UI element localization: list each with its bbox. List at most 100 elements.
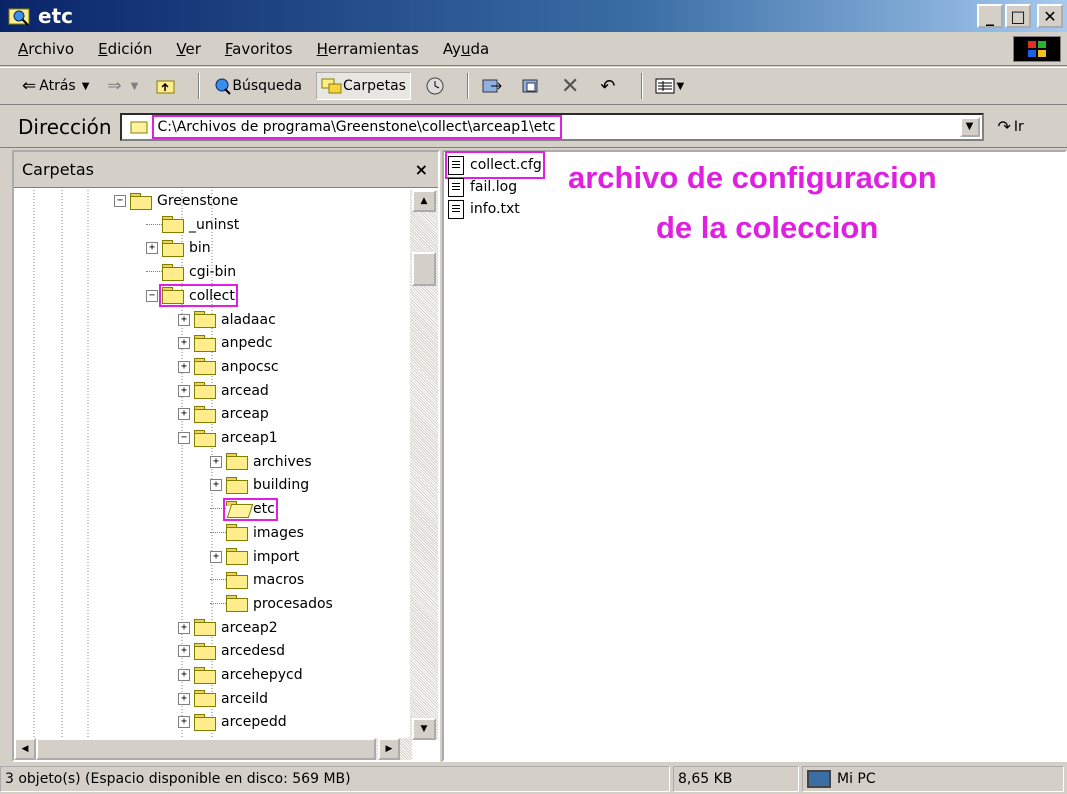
folder-tree-vertical-scrollbar[interactable]: ▲ ▼ xyxy=(410,190,438,740)
tree-item-uninst[interactable]: _uninst xyxy=(146,214,239,236)
tree-item-collect[interactable]: − collect xyxy=(146,284,238,308)
tree-item-arcehepycd[interactable]: + arcehepycd xyxy=(178,664,303,686)
tree-item-anpedc[interactable]: + anpedc xyxy=(178,332,273,354)
file-item-info-txt[interactable]: info.txt xyxy=(448,198,520,220)
expand-icon[interactable]: + xyxy=(178,337,190,350)
tree-item-building[interactable]: + building xyxy=(210,474,309,496)
tree-item-bin[interactable]: + bin xyxy=(146,237,211,259)
search-button[interactable]: Búsqueda xyxy=(208,72,306,100)
folder-tree-horizontal-scrollbar[interactable]: ◀ ▶ xyxy=(14,738,412,760)
expand-icon[interactable]: + xyxy=(178,645,190,658)
folder-icon xyxy=(162,287,184,305)
tree-item-label: arcedesd xyxy=(221,643,286,660)
minimize-button[interactable]: _ xyxy=(977,4,1003,28)
tree-item-cgibin[interactable]: cgi-bin xyxy=(146,261,236,283)
horizontal-scroll-thumb[interactable] xyxy=(36,738,376,760)
expand-icon[interactable]: + xyxy=(178,716,190,729)
go-button[interactable]: ↷ Ir xyxy=(998,117,1024,136)
tree-item-etc[interactable]: etc xyxy=(210,497,278,521)
tree-item-import[interactable]: + import xyxy=(210,546,299,568)
expand-icon[interactable]: + xyxy=(210,455,222,468)
expand-icon[interactable]: + xyxy=(178,621,190,634)
scroll-right-button[interactable]: ▶ xyxy=(378,738,400,760)
tree-item-arceap2[interactable]: + arceap2 xyxy=(178,617,278,639)
tree-item-anpocsc[interactable]: + anpocsc xyxy=(178,356,279,378)
copy-to-icon xyxy=(522,79,538,93)
tree-item-arceap[interactable]: + arceap xyxy=(178,403,269,425)
menu-herramientas[interactable]: Herramientas xyxy=(317,40,419,58)
tree-item-procesados[interactable]: procesados xyxy=(210,593,333,615)
tree-item-images[interactable]: images xyxy=(210,522,304,544)
collapse-icon[interactable]: − xyxy=(146,289,158,302)
tree-item-content: arcehepycd xyxy=(194,666,303,684)
tree-item-arcead[interactable]: + arcead xyxy=(178,380,269,402)
back-button[interactable]: ⇐ Atrás ▼ xyxy=(18,72,93,100)
move-to-button[interactable] xyxy=(477,72,507,100)
file-name: collect.cfg xyxy=(470,157,542,173)
delete-button[interactable]: ✕ xyxy=(557,72,586,100)
folders-pane-close-button[interactable]: × xyxy=(415,160,428,179)
folder-icon xyxy=(194,619,216,637)
up-folder-button[interactable] xyxy=(152,72,180,100)
views-icon xyxy=(655,78,674,94)
minimize-icon: _ xyxy=(986,6,994,26)
menu-favoritos[interactable]: Favoritos xyxy=(225,40,293,58)
tree-item-aladaac[interactable]: + aladaac xyxy=(178,309,276,331)
scroll-up-button[interactable]: ▲ xyxy=(412,190,436,212)
folder-icon xyxy=(194,642,216,660)
menu-edicion[interactable]: Edición xyxy=(98,40,152,58)
tree-item-label: arceap xyxy=(221,406,269,423)
scroll-left-button[interactable]: ◀ xyxy=(14,738,36,760)
tree-item-archives[interactable]: + archives xyxy=(210,451,312,473)
folder-icon xyxy=(194,358,216,376)
tree-item-arceild[interactable]: + arceild xyxy=(178,688,268,710)
tree-item-content: arceild xyxy=(194,690,268,708)
forward-button[interactable]: ⇒ ▼ xyxy=(103,72,142,100)
file-item-fail-log[interactable]: fail.log xyxy=(448,176,517,198)
undo-button[interactable]: ↶ xyxy=(596,72,622,100)
collapse-icon[interactable]: − xyxy=(178,432,190,444)
expand-icon[interactable]: + xyxy=(210,479,222,492)
expand-icon[interactable]: + xyxy=(178,384,190,397)
folder-icon xyxy=(130,192,152,210)
history-button[interactable] xyxy=(421,72,449,100)
scroll-thumb[interactable] xyxy=(412,252,436,286)
expand-icon[interactable]: + xyxy=(178,669,190,681)
menu-archivo[interactable]: Archivo xyxy=(18,40,74,58)
expand-icon[interactable]: + xyxy=(146,242,158,255)
tree-connector xyxy=(146,214,162,225)
tree-item-content: etc xyxy=(223,497,278,521)
address-dropdown-button[interactable]: ▼ xyxy=(959,116,980,137)
expand-icon[interactable]: + xyxy=(178,408,190,421)
menu-ayuda[interactable]: Ayuda xyxy=(443,40,489,58)
tree-item-label: macros xyxy=(253,572,305,589)
forward-dropdown-icon[interactable]: ▼ xyxy=(131,81,139,92)
copy-to-button[interactable] xyxy=(517,72,547,100)
tree-item-arcedesd[interactable]: + arcedesd xyxy=(178,640,285,662)
tree-connector xyxy=(210,498,226,510)
tree-item-arceap1[interactable]: − arceap1 xyxy=(178,427,278,449)
tree-item-content: _uninst xyxy=(162,216,239,234)
expand-icon[interactable]: + xyxy=(178,360,190,373)
expand-icon[interactable]: + xyxy=(210,550,222,563)
scroll-down-button[interactable]: ▼ xyxy=(412,718,436,740)
title-bar: etc _ □ ✕ xyxy=(0,0,1067,32)
menu-ver[interactable]: Ver xyxy=(176,40,201,58)
annotation-line-1: archivo de configuracion xyxy=(568,160,937,195)
folders-button[interactable]: Carpetas xyxy=(315,72,411,100)
collapse-icon[interactable]: − xyxy=(114,195,126,207)
file-item-collect-cfg[interactable]: collect.cfg xyxy=(445,151,545,179)
tree-item-greenstone[interactable]: − Greenstone xyxy=(114,190,238,212)
maximize-button[interactable]: □ xyxy=(1005,4,1031,28)
tree-item-macros[interactable]: macros xyxy=(210,569,304,591)
close-button[interactable]: ✕ xyxy=(1037,4,1063,28)
tree-item-arcepedd[interactable]: + arcepedd xyxy=(178,711,287,733)
address-input[interactable]: C:\Archivos de programa\Greenstone\colle… xyxy=(119,112,984,141)
back-dropdown-icon[interactable]: ▼ xyxy=(82,81,90,92)
maximize-icon: □ xyxy=(1010,6,1026,26)
expand-icon[interactable]: + xyxy=(178,313,190,326)
explorer-window-icon xyxy=(8,8,30,26)
expand-icon[interactable]: + xyxy=(178,692,190,705)
tree-item-label: archives xyxy=(253,453,312,470)
views-button[interactable]: ▼ xyxy=(651,72,689,100)
